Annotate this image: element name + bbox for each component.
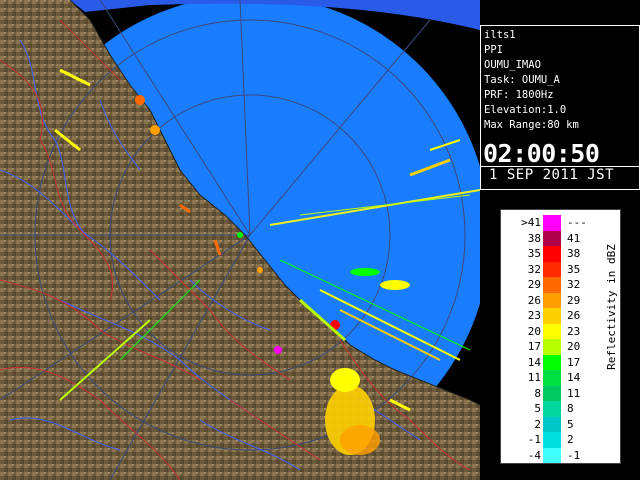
- legend-lower-bound: 2: [534, 417, 541, 431]
- info-line-station: ilts1: [484, 29, 516, 41]
- legend-color-swatch: [543, 401, 561, 417]
- legend-upper-bound: -1: [567, 448, 581, 462]
- legend-color-swatch: [543, 416, 561, 432]
- observation-time: 02:00:50: [483, 139, 600, 168]
- legend-upper-bound: 20: [567, 340, 581, 353]
- legend-lower-bound: -4: [527, 448, 541, 462]
- legend-color-swatch: [543, 308, 561, 324]
- legend-lower-bound: >41: [521, 216, 541, 229]
- legend-upper-bound: 29: [567, 293, 581, 307]
- legend-color-swatch: [543, 246, 561, 262]
- legend-upper-bound: 17: [567, 355, 581, 369]
- legend-color-swatch: [543, 447, 561, 463]
- legend-upper-bound: 5: [567, 417, 574, 431]
- legend-lower-bound: 35: [527, 247, 541, 260]
- legend-lower-bound: 29: [527, 278, 541, 291]
- legend-color-swatch: [543, 354, 561, 370]
- legend-color-swatch: [543, 432, 561, 448]
- legend-upper-bound: 32: [567, 278, 581, 291]
- radar-info-panel: ilts1 PPI OUMU_IMAO Task: OUMU_A PRF: 18…: [480, 25, 640, 190]
- legend-title: Reflectivity in dBZ: [605, 244, 618, 370]
- legend-upper-bound: 38: [567, 247, 581, 260]
- info-line-elevation: Elevation:1.0: [484, 104, 567, 116]
- legend-lower-bound: 5: [534, 402, 541, 415]
- legend-color-swatch: [543, 385, 561, 401]
- legend-upper-bound: 8: [567, 402, 574, 415]
- legend-color-swatch: [543, 230, 561, 246]
- legend-upper-bound: 41: [567, 231, 581, 245]
- legend-color-swatch: [543, 370, 561, 386]
- radar-ppi-display: [0, 0, 480, 480]
- legend-color-swatch: [543, 277, 561, 293]
- legend-lower-bound: 23: [527, 309, 541, 322]
- legend-color-swatch: [543, 323, 561, 339]
- legend-lower-bound: 8: [534, 386, 541, 400]
- legend-lower-bound: 20: [527, 324, 541, 338]
- legend-upper-bound: 26: [567, 309, 581, 322]
- legend-lower-bound: 32: [527, 262, 541, 276]
- info-line-prf: PRF: 1800Hz: [484, 89, 554, 101]
- info-line-max-range: Max Range:80 km: [484, 119, 579, 131]
- legend-upper-bound: 2: [567, 433, 574, 446]
- legend-lower-bound: 14: [527, 355, 541, 369]
- legend-upper-bound: 23: [567, 324, 581, 338]
- observation-date: 1 SEP 2011 JST: [489, 167, 615, 183]
- legend-upper-bound: 14: [567, 371, 581, 384]
- legend-lower-bound: -1: [527, 433, 541, 446]
- legend-color-swatch: [543, 215, 561, 231]
- legend-upper-bound: 11: [567, 386, 581, 400]
- legend-lower-bound: 38: [527, 231, 541, 245]
- reflectivity-legend: >41 --- 38 41 35 38 32 35 29 32 26 29 23 26 20 23 17 20 14…: [500, 209, 621, 464]
- legend-color-swatch: [543, 292, 561, 308]
- legend-upper-bound: ---: [567, 216, 587, 229]
- legend-color-swatch: [543, 261, 561, 277]
- legend-color-swatch: [543, 339, 561, 355]
- info-line-site: OUMU_IMAO: [484, 59, 541, 71]
- legend-lower-bound: 11: [527, 371, 541, 384]
- info-line-task: Task: OUMU_A: [484, 74, 560, 86]
- legend-lower-bound: 17: [527, 340, 541, 353]
- legend-lower-bound: 26: [527, 293, 541, 307]
- legend-upper-bound: 35: [567, 262, 581, 276]
- info-line-mode: PPI: [484, 44, 503, 56]
